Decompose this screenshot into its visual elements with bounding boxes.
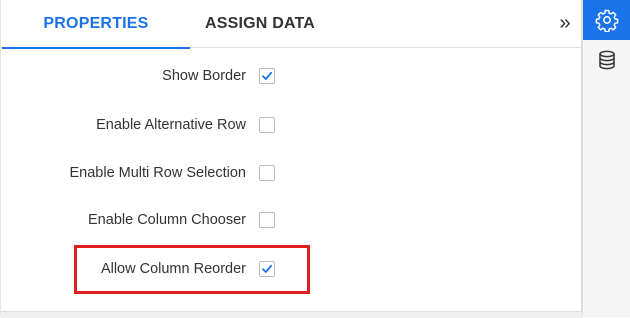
gear-icon: [595, 9, 618, 32]
property-row-enable-alternative-row: Enable Alternative Row: [1, 111, 582, 141]
database-icon: [598, 50, 615, 70]
property-row-enable-multi-row-selection: Enable Multi Row Selection: [1, 159, 582, 189]
property-label: Show Border: [162, 68, 246, 84]
enable-multi-row-selection-checkbox[interactable]: [259, 165, 275, 181]
tab-properties[interactable]: PROPERTIES: [2, 0, 190, 49]
chevrons-right-icon[interactable]: »: [553, 12, 577, 36]
enable-alternative-row-checkbox[interactable]: [259, 117, 275, 133]
enable-column-chooser-checkbox[interactable]: [259, 212, 275, 228]
properties-panel: PROPERTIES ASSIGN DATA » Show Border Ena…: [0, 0, 582, 318]
property-label: Enable Multi Row Selection: [69, 165, 246, 181]
show-border-checkbox[interactable]: [259, 68, 275, 84]
data-source-button[interactable]: [583, 40, 630, 80]
side-rail: [582, 0, 630, 317]
highlight-box: [74, 245, 310, 294]
checkmark-icon: [262, 71, 273, 80]
property-row-enable-column-chooser: Enable Column Chooser: [1, 206, 582, 236]
tab-assign-data[interactable]: ASSIGN DATA: [205, 0, 345, 48]
tab-bar: PROPERTIES ASSIGN DATA »: [1, 0, 582, 49]
property-label: Enable Alternative Row: [96, 117, 246, 133]
property-label: Enable Column Chooser: [88, 212, 246, 228]
settings-button[interactable]: [583, 0, 630, 40]
property-row-show-border: Show Border: [1, 62, 582, 92]
